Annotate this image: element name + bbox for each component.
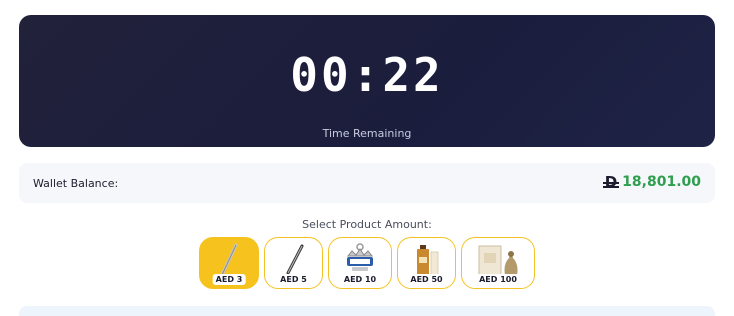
pen-icon (286, 244, 303, 275)
next-section-edge (19, 306, 715, 316)
keychain-icon (346, 243, 374, 271)
select-product-label: Select Product Amount: (302, 218, 432, 231)
product-price-label: AED 5 (277, 274, 310, 285)
pen-icon (220, 243, 238, 277)
perfume-icon (416, 245, 438, 276)
wallet-balance-row: Wallet Balance: D 18,801.00 (19, 163, 715, 203)
product-price-label: AED 3 (212, 274, 246, 285)
gift-set-icon (478, 245, 518, 276)
timer-card: 00:22 Time Remaining (19, 15, 715, 147)
product-option-aed-5[interactable]: AED 5 (264, 237, 323, 289)
product-options: AED 3 AED 5 AED 10 AED 50 AED 100 (199, 237, 535, 289)
timer-label: Time Remaining (322, 127, 412, 140)
product-option-aed-50[interactable]: AED 50 (397, 237, 456, 289)
product-price-label: AED 50 (407, 274, 446, 285)
product-option-aed-10[interactable]: AED 10 (328, 237, 392, 289)
product-price-label: AED 100 (476, 274, 520, 285)
wallet-amount: 18,801.00 (622, 174, 701, 190)
wallet-amount-group: D 18,801.00 (602, 172, 701, 191)
dirham-icon: D (602, 172, 620, 191)
countdown-timer: 00:22 (290, 48, 444, 102)
product-option-aed-100[interactable]: AED 100 (461, 237, 535, 289)
product-option-aed-3[interactable]: AED 3 (199, 237, 259, 289)
wallet-label: Wallet Balance: (33, 177, 119, 190)
product-price-label: AED 10 (340, 274, 380, 285)
